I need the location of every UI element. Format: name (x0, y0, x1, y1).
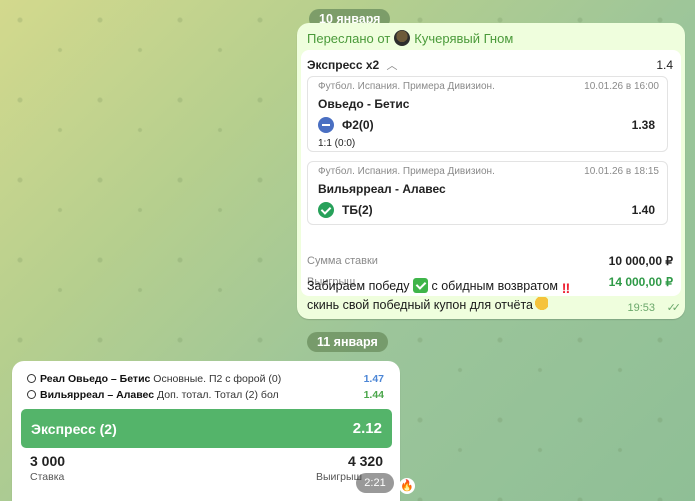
coupon-header[interactable]: Экспресс х2 ︿ 1.4 (307, 54, 673, 76)
forwarded-header[interactable]: Переслано от Кучерявый Гном (307, 30, 513, 46)
event-bet: ТБ(2) (342, 203, 373, 217)
win-value: 14 000,00 ₽ (608, 275, 673, 289)
message-text: Забираем победу с обидным возвратом ‼ ски… (307, 277, 574, 314)
stake-row: Сумма ставки 10 000,00 ₽ (307, 254, 673, 268)
coupon-image-message[interactable]: Реал Овьедо – Бетис Основные. П2 с форой… (12, 361, 400, 501)
coupon-row: Вильярреал – Алавес Доп. тотал. Тотал (2… (27, 388, 384, 402)
row-coef: 1.44 (363, 389, 384, 401)
coupon-title: Экспресс х2 (307, 58, 380, 72)
event-datetime: 10.01.26 в 16:00 (584, 81, 659, 92)
row-coef: 1.47 (363, 373, 384, 385)
coupon-row: Реал Овьедо – Бетис Основные. П2 с форой… (27, 372, 384, 386)
check-emoji-icon (413, 278, 429, 293)
message-text-part: с обидным возвратом (431, 279, 559, 293)
stake-value: 3 000 (30, 453, 66, 469)
avatar (394, 30, 411, 46)
event-score: 1:1 (0:0) (318, 138, 356, 149)
double-exclamation-icon: ‼ (561, 280, 571, 296)
message-text-part: скинь свой победный купон для отчёта (307, 298, 533, 312)
event-coef: 1.40 (631, 203, 655, 217)
read-ticks-icon: ✓✓ (666, 302, 682, 314)
forwarded-message[interactable]: Переслано от Кучерявый Гном Экспресс х2 … (297, 23, 685, 319)
row-market: Основные. П2 с форой (0) (153, 373, 282, 385)
event-coef: 1.38 (631, 118, 655, 132)
row-teams: Вильярреал – Алавес (40, 389, 155, 401)
message-time: 19:53 (627, 302, 655, 314)
coupon-total-coef: 1.4 (656, 58, 673, 72)
row-teams: Реал Овьедо – Бетис (40, 373, 151, 385)
event-datetime: 10.01.26 в 18:15 (584, 166, 659, 177)
chevron-up-icon[interactable]: ︿ (387, 60, 398, 72)
coupon-event: Футбол. Испания. Примера Дивизион. 10.01… (307, 76, 668, 152)
fire-reaction-icon[interactable]: 🔥 (399, 478, 415, 494)
check-icon (318, 202, 334, 218)
forwarded-prefix: Переслано от (307, 30, 391, 46)
minus-icon (318, 117, 334, 133)
event-teams: Овьедо - Бетис (318, 97, 410, 111)
date-separator: 11 января (307, 332, 388, 352)
row-market: Доп. тотал. Тотал (2) бол (157, 389, 279, 401)
soccer-ball-icon (27, 374, 36, 383)
forwarded-author[interactable]: Кучерявый Гном (414, 31, 513, 46)
event-league: Футбол. Испания. Примера Дивизион. (318, 166, 495, 177)
event-teams: Вильярреал - Алавес (318, 182, 446, 196)
express-summary-bar: Экспресс (2) 2.12 (21, 409, 392, 448)
event-bet: Ф2(0) (342, 118, 374, 132)
express-label: Экспресс (2) (31, 420, 117, 437)
message-text-part: Забираем победу (307, 279, 410, 293)
win-value: 4 320 (347, 453, 383, 469)
event-league: Футбол. Испания. Примера Дивизион. (318, 81, 495, 92)
stake-value: 10 000,00 ₽ (608, 254, 673, 268)
coupon-event: Футбол. Испания. Примера Дивизион. 10.01… (307, 161, 668, 225)
message-time: 2:21 (356, 473, 394, 493)
bet-coupon-card: Экспресс х2 ︿ 1.4 Футбол. Испания. Приме… (301, 50, 681, 296)
flexed-biceps-icon (533, 297, 548, 312)
soccer-ball-icon (27, 390, 36, 399)
express-coef: 2.12 (352, 420, 382, 437)
stake-label: Сумма ставки (307, 255, 378, 267)
stake-label: Ставка (30, 471, 65, 483)
